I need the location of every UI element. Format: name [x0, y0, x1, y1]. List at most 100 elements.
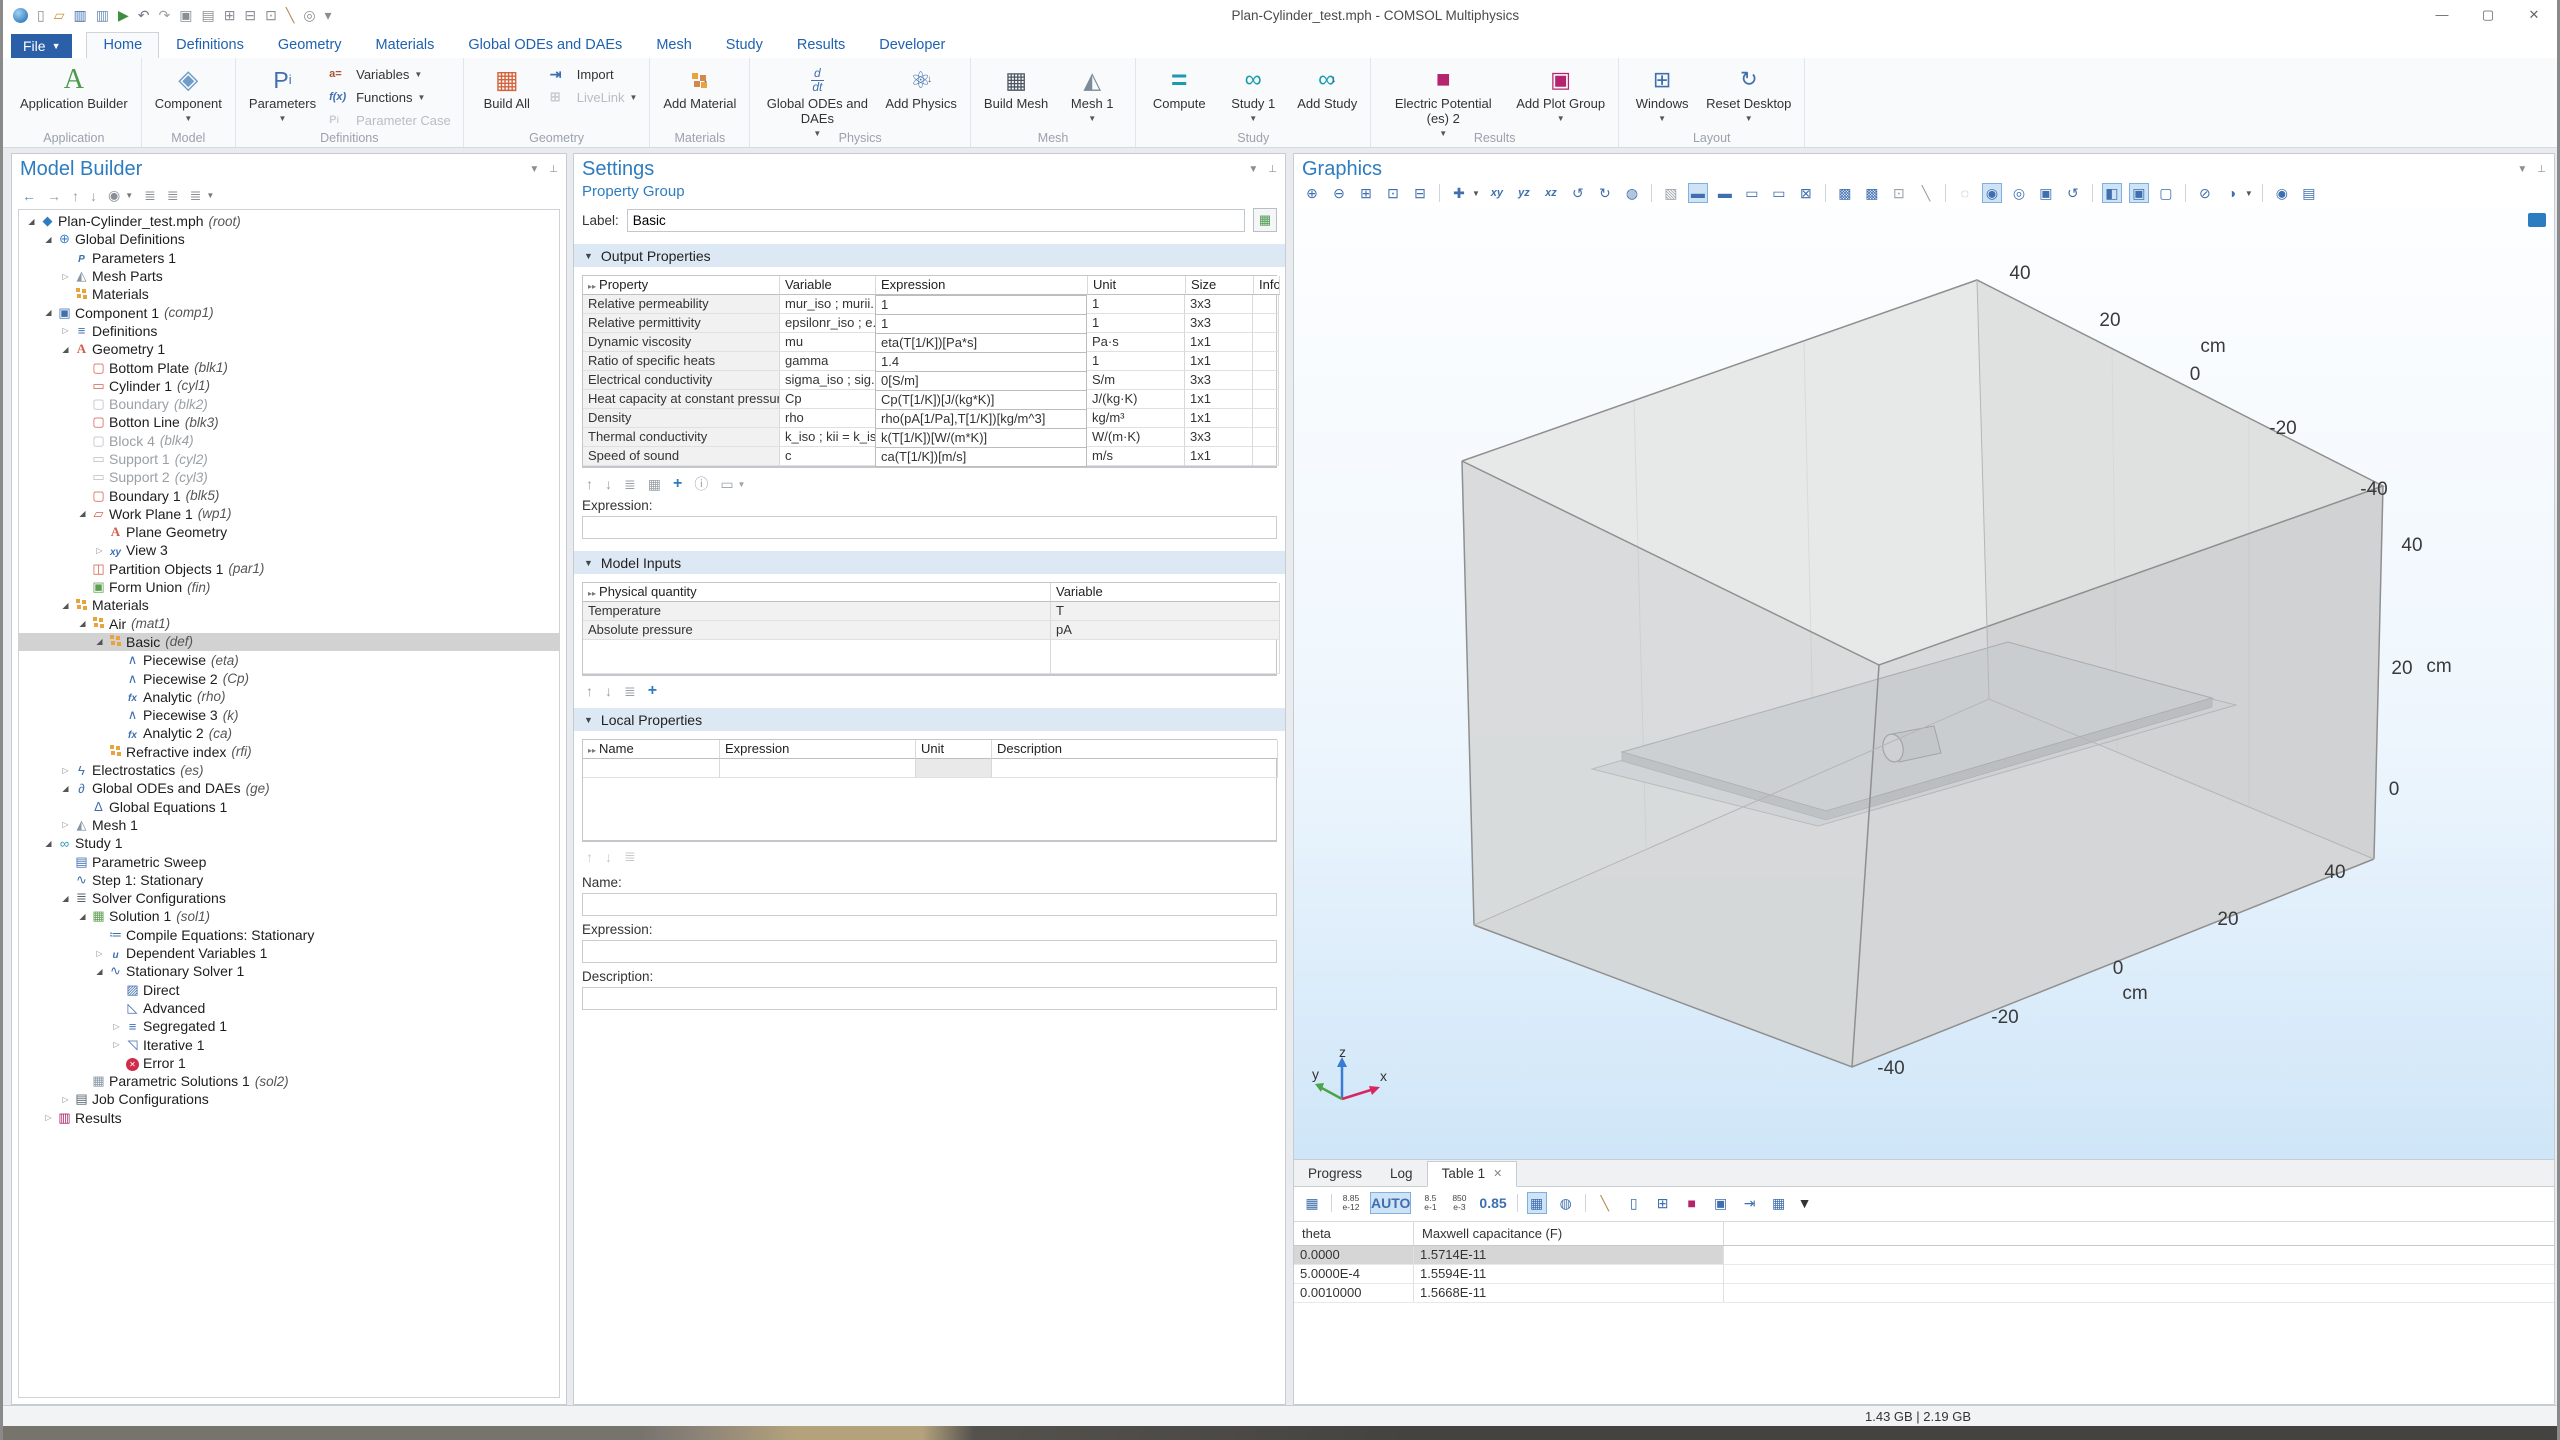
format-engineering-icon[interactable]: 8.5e-1	[1420, 1192, 1440, 1214]
tree-item[interactable]: ◢Basic(def)	[19, 633, 559, 651]
table-cell[interactable]	[1051, 640, 1280, 674]
tree-item[interactable]: ▣Form Union(fin)	[19, 578, 559, 596]
table-row[interactable]: Thermal conductivityk_iso ; kii = k_is..…	[583, 428, 1276, 447]
delete-row-icon[interactable]: ≣	[624, 476, 636, 493]
table-cell[interactable]: kg/m³	[1087, 409, 1185, 428]
copy-table-icon[interactable]: ▣	[1711, 1192, 1731, 1214]
tree-item[interactable]: ▷◭Mesh Parts	[19, 267, 559, 285]
delete-table-icon[interactable]: ▯	[1624, 1192, 1644, 1214]
clear-table-icon[interactable]: ╲	[1595, 1192, 1615, 1214]
tree-item[interactable]: ∧Piecewise(eta)	[19, 651, 559, 669]
table-row[interactable]: Relative permittivityepsilonr_iso ; e...…	[583, 314, 1276, 333]
save-as-icon[interactable]: ▥	[96, 7, 109, 24]
study-1-button[interactable]: ∞ Study 1 ▼	[1218, 62, 1288, 126]
panel-menu-icon[interactable]: ▼	[2517, 164, 2527, 175]
expand-arrow-icon[interactable]: ▷	[59, 1095, 72, 1104]
result-table-row[interactable]: 5.0000E-41.5594E-11	[1294, 1265, 2554, 1284]
table-row[interactable]: Heat capacity at constant pressureCpCp(T…	[583, 390, 1276, 409]
tree-item[interactable]: ▷◹Iterative 1	[19, 1035, 559, 1053]
table-cell[interactable]: J/(kg·K)	[1087, 390, 1185, 409]
table-settings-icon[interactable]: ▦	[1769, 1192, 1789, 1214]
expand-arrow-icon[interactable]: ▷	[110, 1040, 123, 1049]
table-cell[interactable]: Pa·s	[1087, 333, 1185, 352]
move-up-icon[interactable]: ↑	[586, 683, 593, 699]
rename-group-button[interactable]: ▦	[1253, 208, 1277, 232]
move-up-icon[interactable]: ↑	[586, 849, 593, 865]
table-cell[interactable]	[1253, 371, 1279, 390]
collapse-arrow-icon[interactable]: ◢	[59, 345, 72, 354]
table-cell[interactable]: 1x1	[1185, 390, 1253, 409]
go-back-icon[interactable]: ←	[22, 188, 36, 204]
view-xz-icon[interactable]: xz	[1541, 183, 1561, 203]
table-cell[interactable]	[1253, 447, 1279, 466]
tree-item[interactable]: ∿Step 1: Stationary	[19, 871, 559, 889]
table-cell[interactable]	[1253, 390, 1279, 409]
column-header-variable[interactable]: Variable	[780, 276, 876, 295]
table-cell[interactable]: rho(pA[1/Pa],T[1/K])[kg/m^3]	[875, 409, 1087, 429]
zoom-in-icon[interactable]: ⊕	[1302, 183, 1322, 203]
column-header-description[interactable]: Description	[992, 740, 1278, 759]
add-physics-button[interactable]: ⚛↓ Add Physics	[880, 62, 962, 115]
expand-arrow-icon[interactable]: ▷	[110, 1022, 123, 1031]
result-column-header-theta[interactable]: theta	[1294, 1222, 1414, 1245]
table-cell[interactable]: k(T[1/K])[W/(m*K)]	[875, 428, 1087, 448]
copy-icon[interactable]: ▣	[179, 7, 192, 24]
move-down-icon[interactable]: ↓	[605, 476, 612, 492]
tree-item[interactable]: ▷uDependent Variables 1	[19, 944, 559, 962]
tree-item[interactable]: ◢▦Solution 1(sol1)	[19, 907, 559, 925]
table-cell[interactable]: pA	[1051, 621, 1280, 640]
table-cell[interactable]: 1x1	[1185, 409, 1253, 428]
tree-item[interactable]: ▨Direct	[19, 980, 559, 998]
table-cell[interactable]: 3x3	[1185, 314, 1253, 333]
model-inputs-section-header[interactable]: ▼ Model Inputs	[574, 551, 1285, 574]
tree-item[interactable]: ≔Compile Equations: Stationary	[19, 926, 559, 944]
tree-item[interactable]: ▢Bottom Plate(blk1)	[19, 358, 559, 376]
empty-table-row[interactable]	[583, 759, 1276, 778]
table-cell[interactable]: 1x1	[1185, 447, 1253, 466]
render-back-icon[interactable]: ▭	[1742, 183, 1762, 203]
table-cell[interactable]: T	[1051, 602, 1280, 621]
tree-item[interactable]: ▷ϟElectrostatics(es)	[19, 761, 559, 779]
format-scientific-icon[interactable]: 8.85e-12	[1341, 1192, 1361, 1214]
variables-button[interactable]: a= Variables ▼	[325, 64, 455, 84]
table-cell[interactable]	[1253, 352, 1279, 371]
table-cell[interactable]: c	[780, 447, 876, 466]
zoom-box-icon[interactable]: ⊞	[1356, 183, 1376, 203]
delete-icon[interactable]: ⊟	[244, 7, 256, 24]
table-cell[interactable]: 1	[1087, 314, 1185, 333]
collapse-arrow-icon[interactable]: ◢	[25, 217, 38, 226]
collapse-arrow-icon[interactable]: ◢	[93, 637, 106, 646]
application-builder-button[interactable]: A Application Builder	[15, 62, 133, 115]
show-toggle-icon[interactable]: ◉	[108, 187, 120, 204]
tree-item[interactable]: APlane Geometry	[19, 523, 559, 541]
snapshot-icon[interactable]: ◉	[2272, 183, 2292, 203]
compute-button[interactable]: = Compute	[1144, 62, 1214, 115]
clip-box-icon[interactable]: ▣	[2129, 183, 2149, 203]
tree-item[interactable]: ▷≡Segregated 1	[19, 1017, 559, 1035]
table-cell[interactable]	[916, 759, 992, 778]
table-cell[interactable]: sigma_iso ; sig...	[780, 371, 876, 390]
tree-item[interactable]: ▢Boundary(blk2)	[19, 395, 559, 413]
paste-icon[interactable]: ▤	[201, 7, 214, 24]
show-all-icon[interactable]: ◉	[1982, 183, 2002, 203]
menu-tab-global-odes-and-daes[interactable]: Global ODEs and DAEs	[451, 32, 639, 58]
sphere-plot-icon[interactable]: ◍	[1556, 1192, 1576, 1214]
tree-item[interactable]: ◢≣Solver Configurations	[19, 889, 559, 907]
expand-arrow-icon[interactable]: ▷	[93, 949, 106, 958]
tree-item[interactable]: ▭Support 1(cyl2)	[19, 450, 559, 468]
export-table-icon[interactable]: ⇥	[1740, 1192, 1760, 1214]
reset-desktop-button[interactable]: ↻ Reset Desktop ▼	[1701, 62, 1796, 126]
zoom-out-icon[interactable]: ⊖	[1329, 183, 1349, 203]
table-cell[interactable]: ca(T[1/K])[m/s]	[875, 447, 1087, 467]
orthographic-icon[interactable]: ▢	[2156, 183, 2176, 203]
table-cell[interactable]: 1x1	[1185, 352, 1253, 371]
table-row[interactable]: Relative permeabilitymur_iso ; murii...1…	[583, 295, 1276, 314]
table-row[interactable]: Dynamic viscositymueta(T[1/K])[Pa*s]Pa·s…	[583, 333, 1276, 352]
undo-icon[interactable]: ↶	[138, 7, 150, 24]
tree-item[interactable]: ◢⊕Global Definitions	[19, 230, 559, 248]
move-up-icon[interactable]: ↑	[586, 476, 593, 492]
column-header-expression[interactable]: Expression	[876, 276, 1088, 295]
expand-arrow-icon[interactable]: ▷	[59, 766, 72, 775]
tree-item[interactable]: ▢Botton Line(blk3)	[19, 413, 559, 431]
view-hidden-icon[interactable]: ◎	[2009, 183, 2029, 203]
